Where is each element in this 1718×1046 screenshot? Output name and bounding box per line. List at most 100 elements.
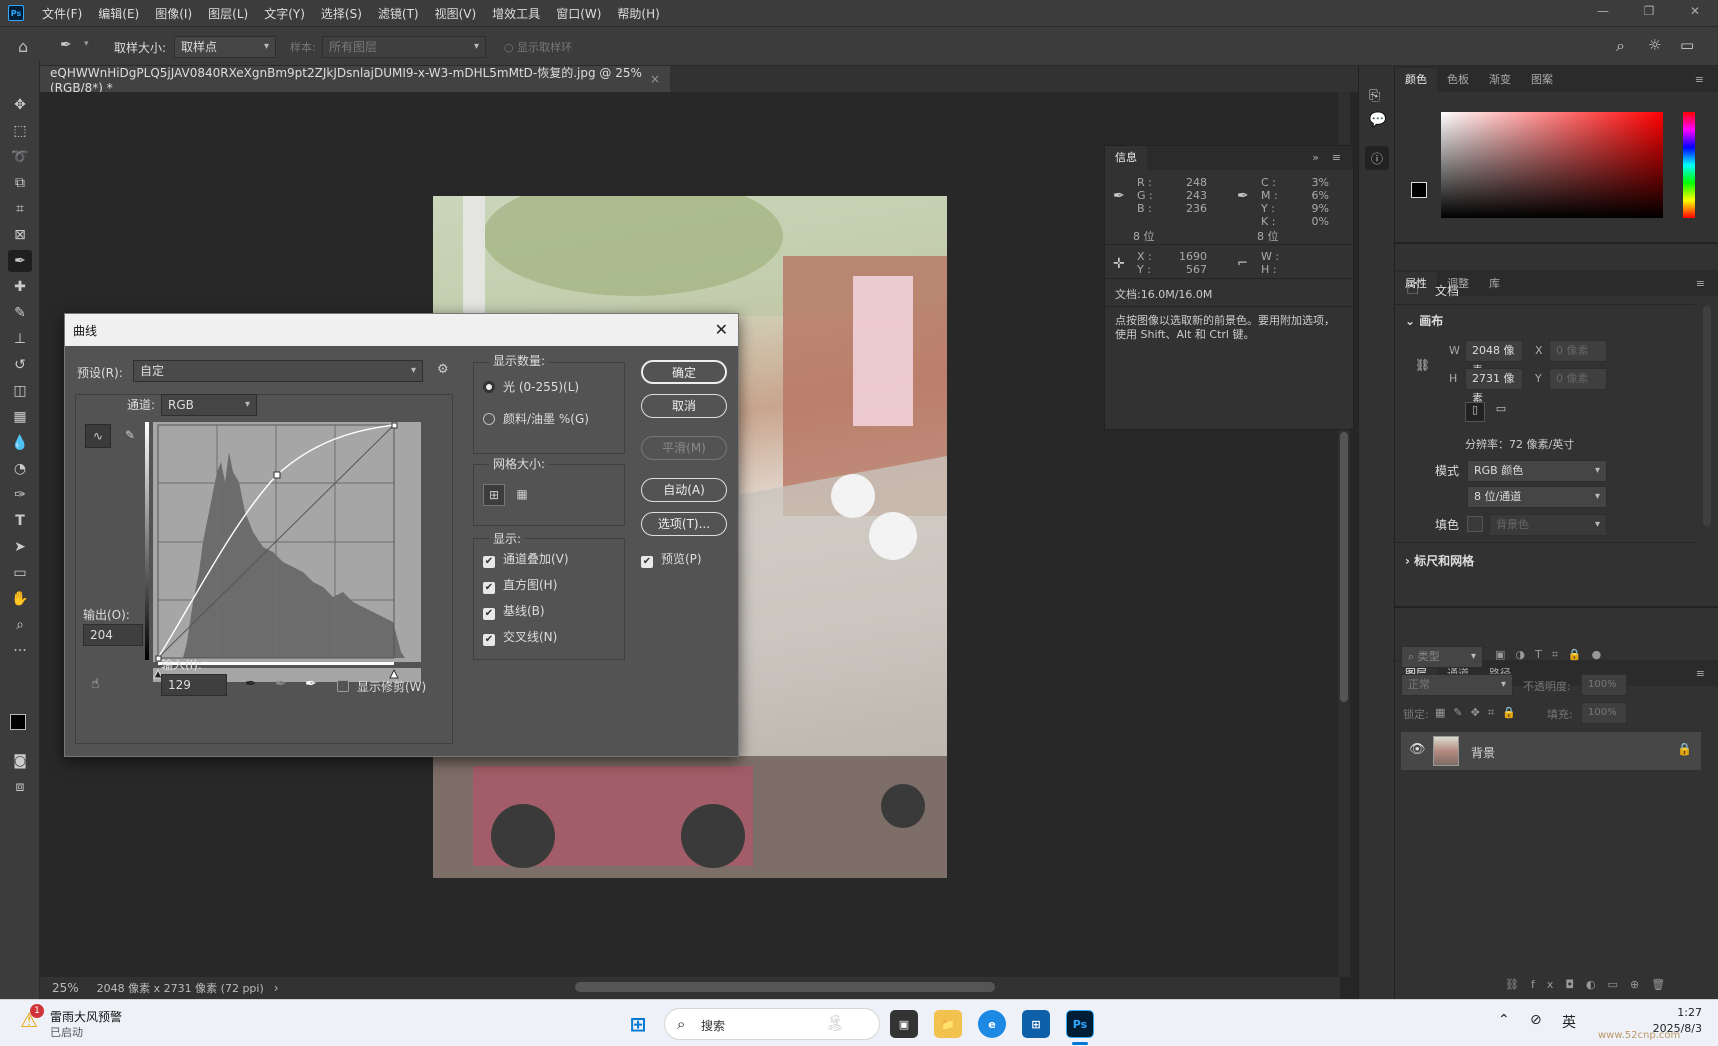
lasso-tool-icon[interactable]: ➰	[8, 146, 32, 168]
fill-opacity-input[interactable]: 100%	[1581, 702, 1627, 724]
restore-icon[interactable]: ❐	[1626, 0, 1672, 22]
lightbulb-icon[interactable]: ☼	[1648, 36, 1661, 54]
tray-overflow-icon[interactable]: ⌃	[1498, 1012, 1510, 1028]
close-tab-icon[interactable]: ×	[650, 72, 660, 86]
history-brush-icon[interactable]: ↺	[8, 354, 32, 376]
home-icon[interactable]: ⌂	[18, 37, 28, 56]
object-select-icon[interactable]: ⧉	[8, 172, 32, 194]
gradient-tool-icon[interactable]: ▦	[8, 406, 32, 428]
link-icon[interactable]: ⛓	[1415, 358, 1430, 372]
target-adjust-hand-icon[interactable]: ☝	[91, 676, 100, 692]
landscape-icon[interactable]: ▭	[1491, 402, 1511, 422]
intersection-checkbox[interactable]: ✔ 交叉线(N)	[483, 628, 557, 646]
layer-filter-select[interactable]: ⌕ 类型 ▾	[1401, 646, 1483, 668]
menu-image[interactable]: 图像(I)	[147, 5, 200, 22]
windows-start-icon[interactable]: ⊞	[624, 1010, 652, 1038]
output-input[interactable]: 204	[83, 624, 143, 646]
hue-slider[interactable]	[1683, 112, 1695, 218]
detailed-grid-icon[interactable]: ▦	[511, 484, 533, 506]
show-ring-checkbox[interactable]: ○ 显示取样环	[504, 39, 572, 55]
panel-menu-icon[interactable]: ≡	[1686, 272, 1715, 296]
horizontal-scroll-thumb[interactable]	[575, 982, 995, 992]
panel-menu-icon[interactable]: ≡	[1685, 68, 1714, 92]
stamp-tool-icon[interactable]: ⊥	[8, 328, 32, 350]
foreground-color-swatch[interactable]	[1411, 182, 1427, 198]
task-view-icon[interactable]: ▣	[890, 1010, 918, 1038]
photoshop-taskbar-icon[interactable]: Ps	[1066, 1010, 1094, 1038]
simple-grid-icon[interactable]: ⊞	[483, 484, 505, 506]
fill-swatch[interactable]	[1467, 516, 1483, 532]
blend-mode-select[interactable]: 正常 ▾	[1401, 674, 1513, 696]
comment-icon[interactable]: 💬	[1369, 112, 1386, 128]
search-icon[interactable]: ⌕	[1616, 36, 1625, 56]
scroll-thumb[interactable]	[1340, 432, 1348, 702]
properties-scrollbar[interactable]	[1703, 306, 1711, 526]
frame-tool-icon[interactable]: ⊠	[8, 224, 32, 246]
taskbar-search-box[interactable]: ⌕ 搜索 🏝	[664, 1008, 880, 1040]
white-point-eyedropper-icon[interactable]: ✒	[305, 676, 317, 692]
layer-row[interactable]: 👁 背景 🔒	[1401, 732, 1701, 770]
pencil-draw-icon[interactable]: ✎	[117, 424, 143, 448]
eraser-tool-icon[interactable]: ◫	[8, 380, 32, 402]
preset-select[interactable]: 自定 ▾	[133, 360, 423, 382]
tab-info[interactable]: 信息	[1105, 146, 1147, 170]
rectangle-tool-icon[interactable]: ▭	[8, 562, 32, 584]
menu-help[interactable]: 帮助(H)	[609, 5, 667, 22]
move-tool-icon[interactable]: ✥	[8, 94, 32, 116]
quick-mask-icon[interactable]: ◙	[8, 750, 32, 772]
eyedropper-tool-icon[interactable]: ✒	[8, 250, 32, 272]
path-select-icon[interactable]: ➤	[8, 536, 32, 558]
zoom-level[interactable]: 25%	[52, 981, 79, 995]
eyedropper-tool-icon[interactable]: ✒	[60, 37, 72, 53]
clock-time[interactable]: 1:27	[1646, 1006, 1702, 1019]
tab-patterns[interactable]: 图案	[1521, 68, 1563, 92]
menu-plugins[interactable]: 增效工具	[484, 5, 548, 22]
opacity-input[interactable]: 100%	[1581, 674, 1627, 696]
tab-swatches[interactable]: 色板	[1437, 68, 1479, 92]
visibility-eye-icon[interactable]: 👁	[1409, 742, 1426, 757]
portrait-icon[interactable]: ▯	[1465, 402, 1485, 422]
baseline-checkbox[interactable]: ✔ 基线(B)	[483, 602, 545, 620]
rulers-section-header[interactable]: › 标尺和网格	[1405, 552, 1474, 569]
histogram-checkbox[interactable]: ✔ 直方图(H)	[483, 576, 557, 594]
network-icon[interactable]: ⊘	[1530, 1012, 1542, 1028]
auto-button[interactable]: 自动(A)	[641, 478, 727, 502]
menu-type[interactable]: 文字(Y)	[256, 5, 313, 22]
gray-point-eyedropper-icon[interactable]: ✒	[275, 676, 287, 692]
workspace-icon[interactable]: ▭	[1680, 36, 1694, 54]
more-tools-icon[interactable]: ···	[8, 640, 32, 662]
close-icon[interactable]: ✕	[1672, 0, 1718, 22]
gear-icon[interactable]: ⚙	[437, 362, 449, 377]
info-icon[interactable]: ⓘ	[1365, 146, 1389, 170]
zoom-tool-icon[interactable]: ⌕	[8, 614, 32, 636]
ime-indicator[interactable]: 英	[1562, 1012, 1576, 1032]
menu-select[interactable]: 选择(S)	[313, 5, 370, 22]
blur-tool-icon[interactable]: 💧	[8, 432, 32, 454]
chevron-down-icon[interactable]: ▾	[84, 39, 89, 49]
curve-point-tool-icon[interactable]: ∿	[85, 424, 111, 448]
panel-menu-icon[interactable]: ≡	[1322, 146, 1351, 170]
channel-overlay-checkbox[interactable]: ✔ 通道叠加(V)	[483, 550, 569, 568]
fill-select[interactable]: 背景色 ▾	[1489, 514, 1607, 536]
tab-color[interactable]: 颜色	[1395, 68, 1437, 92]
menu-view[interactable]: 视图(V)	[427, 5, 485, 22]
crop-tool-icon[interactable]: ⌗	[8, 198, 32, 220]
ok-button[interactable]: 确定	[641, 360, 727, 384]
store-icon[interactable]: ⊞	[1022, 1010, 1050, 1038]
document-tab[interactable]: eQHWWnHiDgPLQ5jJAV0840RXeXgnBm9pt2ZJkJDs…	[40, 66, 670, 95]
menu-window[interactable]: 窗口(W)	[548, 5, 609, 22]
dodge-tool-icon[interactable]: ◔	[8, 458, 32, 480]
layer-footer-icons[interactable]: ⛓fx◘◐▭⊕🗑	[1505, 978, 1677, 991]
input-input[interactable]: 129	[161, 674, 227, 696]
menu-file[interactable]: 文件(F)	[34, 5, 90, 22]
type-tool-icon[interactable]: T	[8, 510, 32, 532]
menu-filter[interactable]: 滤镜(T)	[370, 5, 427, 22]
hand-tool-icon[interactable]: ✋	[8, 588, 32, 610]
canvas-height-input[interactable]: 2731 像素	[1465, 368, 1523, 405]
menu-layer[interactable]: 图层(L)	[200, 5, 256, 22]
screen-mode-icon[interactable]: ⧈	[8, 776, 32, 798]
sample-select[interactable]: 所有图层 ▾	[322, 36, 486, 58]
edge-browser-icon[interactable]: e	[978, 1010, 1006, 1038]
history-icon[interactable]: ⎘	[1369, 88, 1380, 104]
tab-libraries[interactable]: 库	[1479, 272, 1510, 296]
